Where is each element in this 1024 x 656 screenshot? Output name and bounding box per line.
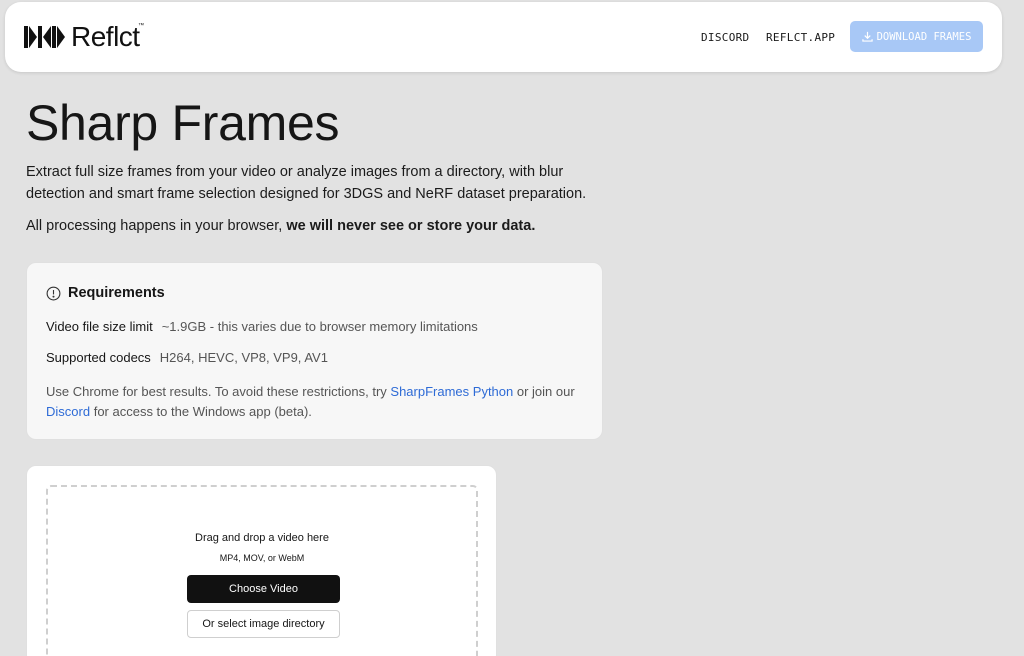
download-frames-button[interactable]: DOWNLOAD FRAMES: [850, 21, 983, 52]
trademark-symbol: ™: [138, 23, 144, 29]
alert-circle-icon: [46, 286, 61, 300]
upload-card: Drag and drop a video here MP4, MOV, or …: [26, 465, 497, 656]
requirements-card: Requirements Video file size limit ~1.9G…: [26, 262, 603, 440]
top-navbar: Reflct ™ DISCORD REFLCT.APP DOWNLOAD FRAM…: [5, 2, 1002, 72]
select-directory-button[interactable]: Or select image directory: [187, 610, 340, 638]
codecs-value: H264, HEVC, VP8, VP9, AV1: [159, 350, 328, 365]
choose-video-button[interactable]: Choose Video: [187, 575, 340, 603]
requirement-file-size: Video file size limit ~1.9GB - this vari…: [46, 319, 478, 334]
note-mid: or join our: [516, 384, 575, 399]
download-frames-label: DOWNLOAD FRAMES: [876, 30, 972, 43]
brand-name: Reflct ™: [71, 21, 144, 52]
privacy-prefix: All processing happens in your browser,: [26, 218, 283, 234]
note-suffix: for access to the Windows app (beta).: [93, 404, 312, 419]
video-dropzone[interactable]: Drag and drop a video here MP4, MOV, or …: [46, 485, 478, 656]
requirements-header: Requirements: [46, 285, 165, 301]
sharpframes-python-link[interactable]: SharpFrames Python: [390, 384, 513, 399]
reflct-logo[interactable]: Reflct ™: [24, 21, 144, 53]
note-prefix: Use Chrome for best results. To avoid th…: [46, 384, 387, 399]
page-description: Extract full size frames from your video…: [26, 164, 587, 202]
file-size-value: ~1.9GB - this varies due to browser memo…: [161, 319, 478, 334]
codecs-label: Supported codecs: [46, 350, 151, 365]
requirement-codecs: Supported codecs H264, HEVC, VP8, VP9, A…: [46, 350, 328, 365]
privacy-emphasis: we will never see or store your data.: [286, 218, 536, 234]
discord-link[interactable]: Discord: [46, 404, 90, 419]
reflct-logo-mark-icon: [24, 26, 65, 48]
dropzone-formats: MP4, MOV, or WebM: [219, 553, 305, 563]
nav-link-reflct-app[interactable]: REFLCT.APP: [766, 31, 835, 44]
file-size-label: Video file size limit: [46, 319, 153, 334]
requirements-title: Requirements: [68, 285, 165, 301]
download-icon: [861, 31, 873, 42]
privacy-statement: All processing happens in your browser, …: [26, 218, 535, 234]
page-title: Sharp Frames: [26, 95, 340, 151]
nav-link-discord[interactable]: DISCORD: [701, 31, 749, 44]
requirements-note: Use Chrome for best results. To avoid th…: [46, 382, 586, 422]
dropzone-title: Drag and drop a video here: [195, 532, 329, 544]
